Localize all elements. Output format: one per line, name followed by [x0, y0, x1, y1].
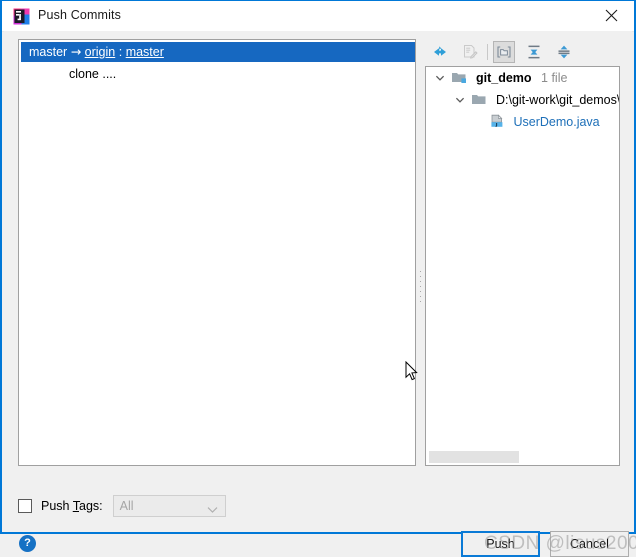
tree-row-directory[interactable]: D:\git-work\git_demos\	[426, 89, 619, 111]
changed-files-panel: git_demo 1 file D:\git-work\git_demos\ U…	[425, 39, 620, 466]
push-tags-label: Push Tags:	[41, 499, 103, 513]
help-button[interactable]: ?	[19, 535, 36, 552]
chevron-down-icon	[207, 503, 218, 517]
splitter-grip-icon[interactable]	[419, 271, 422, 305]
java-file-icon	[489, 113, 505, 129]
dialog-body: master → origin : master clone .... git_…	[4, 31, 636, 557]
title-bar: Push Commits	[2, 1, 634, 32]
push-arrow-icon: →	[70, 44, 82, 59]
chevron-down-icon[interactable]	[452, 89, 468, 111]
expand-all-icon[interactable]	[523, 41, 545, 63]
push-tags-checkbox[interactable]	[18, 499, 32, 513]
show-diff-icon[interactable]	[429, 41, 451, 63]
tree-row-file[interactable]: UserDemo.java	[426, 111, 619, 133]
edit-source-icon[interactable]	[459, 41, 481, 63]
intellij-idea-icon	[13, 8, 30, 25]
push-tags-selected-value: All	[119, 499, 134, 513]
group-by-directory-icon[interactable]	[493, 41, 515, 63]
push-tags-label-before: Push	[41, 499, 73, 513]
scrollbar-thumb[interactable]	[429, 451, 519, 463]
toolbar-separator	[487, 44, 488, 60]
list-item[interactable]: clone ....	[21, 64, 116, 84]
chevron-down-icon[interactable]	[432, 67, 448, 89]
directory-path-label: D:\git-work\git_demos\	[495, 93, 620, 107]
commit-message: clone ....	[69, 67, 117, 81]
commits-list-panel[interactable]: master → origin : master clone ....	[18, 39, 416, 466]
branch-separator: :	[118, 45, 123, 59]
cancel-button[interactable]: Cancel	[550, 531, 629, 557]
horizontal-scrollbar[interactable]	[427, 450, 618, 464]
source-branch-label: master	[29, 45, 68, 59]
push-tags-label-after: ags:	[79, 499, 103, 513]
panel-splitter[interactable]	[416, 39, 425, 466]
file-name-label[interactable]: UserDemo.java	[513, 115, 599, 129]
push-tags-select[interactable]: All	[112, 495, 226, 517]
collapse-all-icon[interactable]	[553, 41, 575, 63]
push-commits-dialog: Push Commits master → origin : master cl…	[0, 0, 636, 557]
target-branch-link[interactable]: master	[126, 45, 164, 59]
module-name-label: git_demo	[475, 71, 532, 85]
changed-files-tree[interactable]: git_demo 1 file D:\git-work\git_demos\ U…	[425, 66, 620, 466]
push-tags-row: Push Tags: All	[18, 495, 226, 517]
module-folder-icon	[451, 69, 467, 85]
module-file-count: 1 file	[541, 71, 568, 85]
tree-row-module[interactable]: git_demo 1 file	[426, 67, 619, 89]
remote-link[interactable]: origin	[85, 45, 116, 59]
push-button[interactable]: Push	[461, 531, 540, 557]
window-title: Push Commits	[38, 8, 122, 22]
changes-toolbar	[425, 39, 620, 65]
close-icon[interactable]	[589, 1, 634, 30]
folder-icon	[471, 91, 487, 107]
commit-branch-row[interactable]: master → origin : master	[21, 42, 415, 62]
